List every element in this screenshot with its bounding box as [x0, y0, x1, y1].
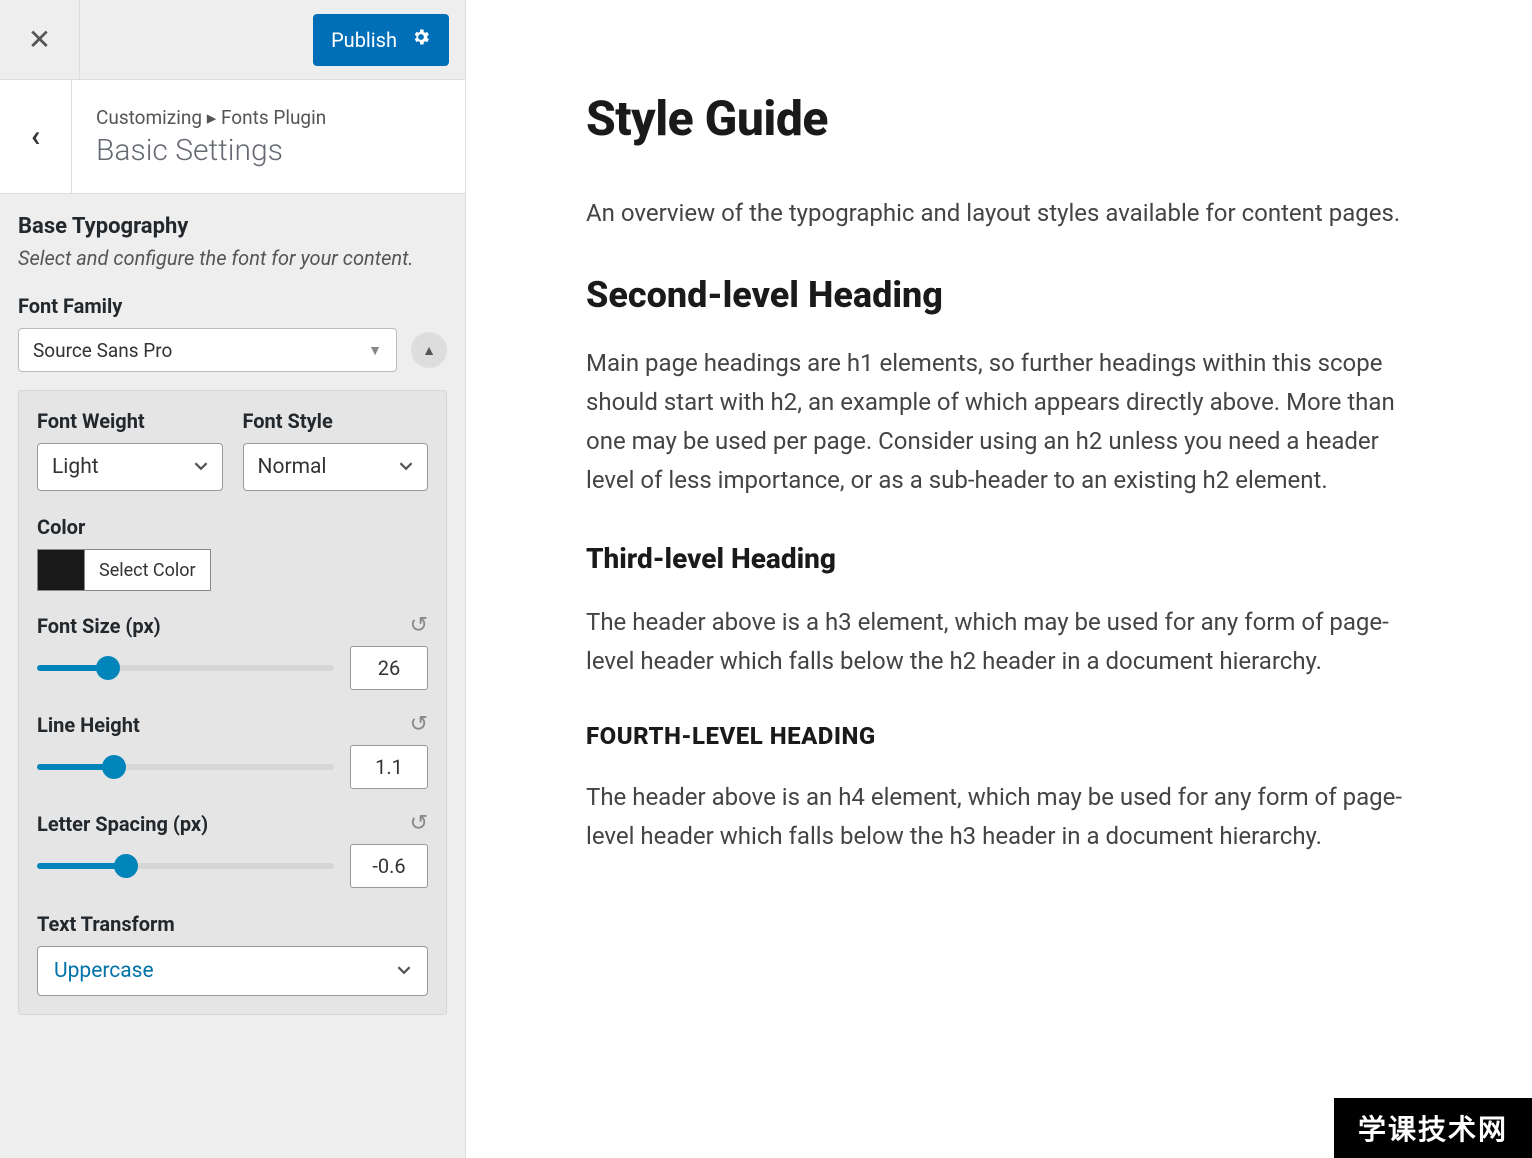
font-style-label: Font Style [243, 409, 429, 433]
preview-h4: FOURTH-LEVEL HEADING [586, 722, 1422, 750]
section-header: ‹ Customizing ▸ Fonts Plugin Basic Setti… [0, 80, 465, 194]
font-weight-value: Light [52, 455, 99, 479]
letter-spacing-input[interactable]: -0.6 [350, 844, 428, 888]
letter-spacing-slider[interactable] [37, 863, 334, 869]
slider-thumb[interactable] [102, 755, 126, 779]
gear-icon [411, 27, 431, 52]
group-description: Select and configure the font for your c… [18, 245, 447, 272]
font-size-input[interactable]: 26 [350, 646, 428, 690]
panel-body: Base Typography Select and configure the… [0, 194, 465, 1158]
font-style-select[interactable]: Normal [243, 443, 429, 491]
slider-thumb[interactable] [96, 656, 120, 680]
text-transform-label: Text Transform [37, 912, 428, 936]
select-color-button[interactable]: Select Color [85, 549, 211, 591]
font-style-value: Normal [258, 455, 327, 479]
preview-h3: Third-level Heading [586, 542, 1422, 575]
line-height-label: Line Height [37, 713, 140, 737]
section-title: Basic Settings [96, 133, 326, 168]
text-transform-select[interactable]: Uppercase [37, 946, 428, 996]
close-button[interactable]: ✕ [0, 0, 80, 80]
preview-p3: The header above is a h3 element, which … [586, 603, 1422, 681]
group-heading: Base Typography [18, 214, 447, 239]
font-size-slider[interactable] [37, 665, 334, 671]
publish-label: Publish [331, 28, 397, 52]
font-weight-label: Font Weight [37, 409, 223, 433]
letter-spacing-label: Letter Spacing (px) [37, 812, 208, 836]
letter-spacing-reset[interactable]: ↺ [410, 811, 428, 836]
back-button[interactable]: ‹ [0, 80, 72, 193]
font-weight-select[interactable]: Light [37, 443, 223, 491]
collapse-toggle[interactable]: ▲ [411, 332, 447, 368]
triangle-up-icon: ▲ [422, 342, 436, 359]
customizer-topbar: ✕ Publish [0, 0, 465, 80]
watermark: 学课技术网 [1334, 1098, 1532, 1158]
chevron-left-icon: ‹ [31, 119, 40, 154]
reset-icon: ↺ [410, 613, 428, 638]
font-size-reset[interactable]: ↺ [410, 613, 428, 638]
chevron-down-icon [397, 959, 411, 983]
line-height-reset[interactable]: ↺ [410, 712, 428, 737]
breadcrumb: Customizing ▸ Fonts Plugin [96, 106, 326, 129]
preview-p4: The header above is an h4 element, which… [586, 778, 1422, 856]
slider-thumb[interactable] [114, 854, 138, 878]
chevron-down-icon [194, 455, 208, 479]
line-height-slider[interactable] [37, 764, 334, 770]
preview-p2: Main page headings are h1 elements, so f… [586, 344, 1422, 500]
typography-subpanel: Font Weight Light Font Style Normal Colo… [18, 390, 447, 1015]
text-transform-value: Uppercase [54, 959, 154, 983]
reset-icon: ↺ [410, 811, 428, 836]
close-icon: ✕ [28, 23, 51, 56]
chevron-down-icon [399, 455, 413, 479]
color-swatch[interactable] [37, 549, 85, 591]
preview-h2: Second-level Heading [586, 274, 1422, 316]
line-height-input[interactable]: 1.1 [350, 745, 428, 789]
chevron-down-icon: ▼ [368, 342, 382, 359]
preview-intro: An overview of the typographic and layou… [586, 195, 1422, 232]
customizer-sidebar: ✕ Publish ‹ Customizing ▸ Fonts Plugin B… [0, 0, 466, 1158]
font-family-value: Source Sans Pro [33, 339, 172, 362]
font-size-label: Font Size (px) [37, 614, 161, 638]
font-family-select[interactable]: Source Sans Pro ▼ [18, 328, 397, 372]
reset-icon: ↺ [410, 712, 428, 737]
color-label: Color [37, 515, 428, 539]
font-family-label: Font Family [18, 294, 447, 318]
preview-h1: Style Guide [586, 90, 1422, 147]
publish-button[interactable]: Publish [313, 14, 449, 66]
preview-pane: Style Guide An overview of the typograph… [466, 0, 1532, 1158]
